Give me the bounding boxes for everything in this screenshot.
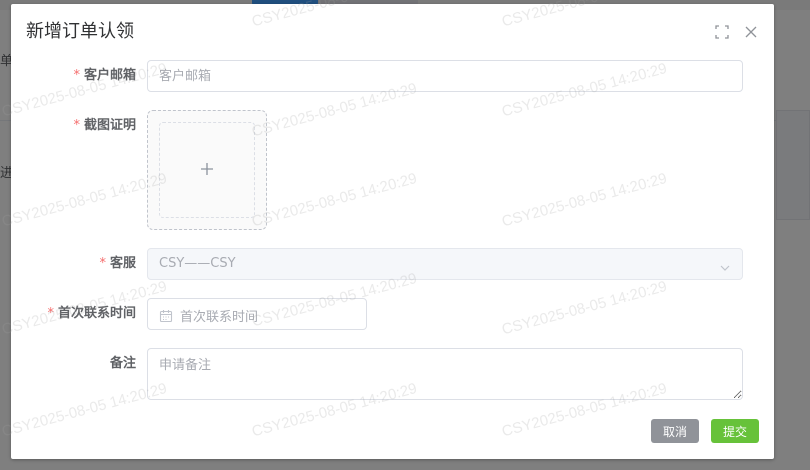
service-label-text: 客服 [109, 256, 136, 271]
screenshot-label-text: 截图证明 [83, 118, 136, 133]
email-label: * 客户邮箱 [11, 67, 136, 85]
required-mark: * [73, 68, 80, 83]
service-select[interactable]: CSY——CSY [147, 248, 743, 280]
screenshot-upload[interactable] [147, 110, 267, 230]
remark-label: 备注 [109, 356, 136, 371]
remark-textarea[interactable] [147, 348, 743, 400]
submit-button[interactable]: 提交 [711, 419, 759, 443]
first-contact-label-text: 首次联系时间 [57, 306, 136, 321]
required-mark: * [73, 118, 80, 133]
required-mark: * [99, 256, 106, 271]
email-input[interactable] [147, 60, 743, 92]
new-order-claim-dialog: 新增订单认领 *客户邮箱 *截图证明 *客服 CSY——CSY [11, 4, 774, 459]
service-select-value: CSY——CSY [159, 256, 236, 271]
first-contact-label: * 首次联系时间 [11, 305, 136, 323]
fullscreen-icon[interactable] [714, 24, 730, 40]
service-label: * 客服 [11, 255, 136, 273]
screenshot-label: * 截图证明 [11, 117, 136, 135]
calendar-icon [159, 308, 173, 323]
email-label-text: 客户邮箱 [83, 68, 136, 83]
required-mark: * [47, 306, 54, 321]
cancel-button[interactable]: 取消 [651, 419, 699, 443]
dialog-title: 新增订单认领 [26, 21, 134, 42]
chevron-down-icon [719, 259, 731, 271]
first-contact-placeholder: 首次联系时间 [180, 310, 259, 325]
first-contact-date-picker[interactable]: 首次联系时间 [147, 298, 367, 330]
plus-icon [200, 161, 214, 175]
close-icon[interactable] [743, 24, 759, 40]
